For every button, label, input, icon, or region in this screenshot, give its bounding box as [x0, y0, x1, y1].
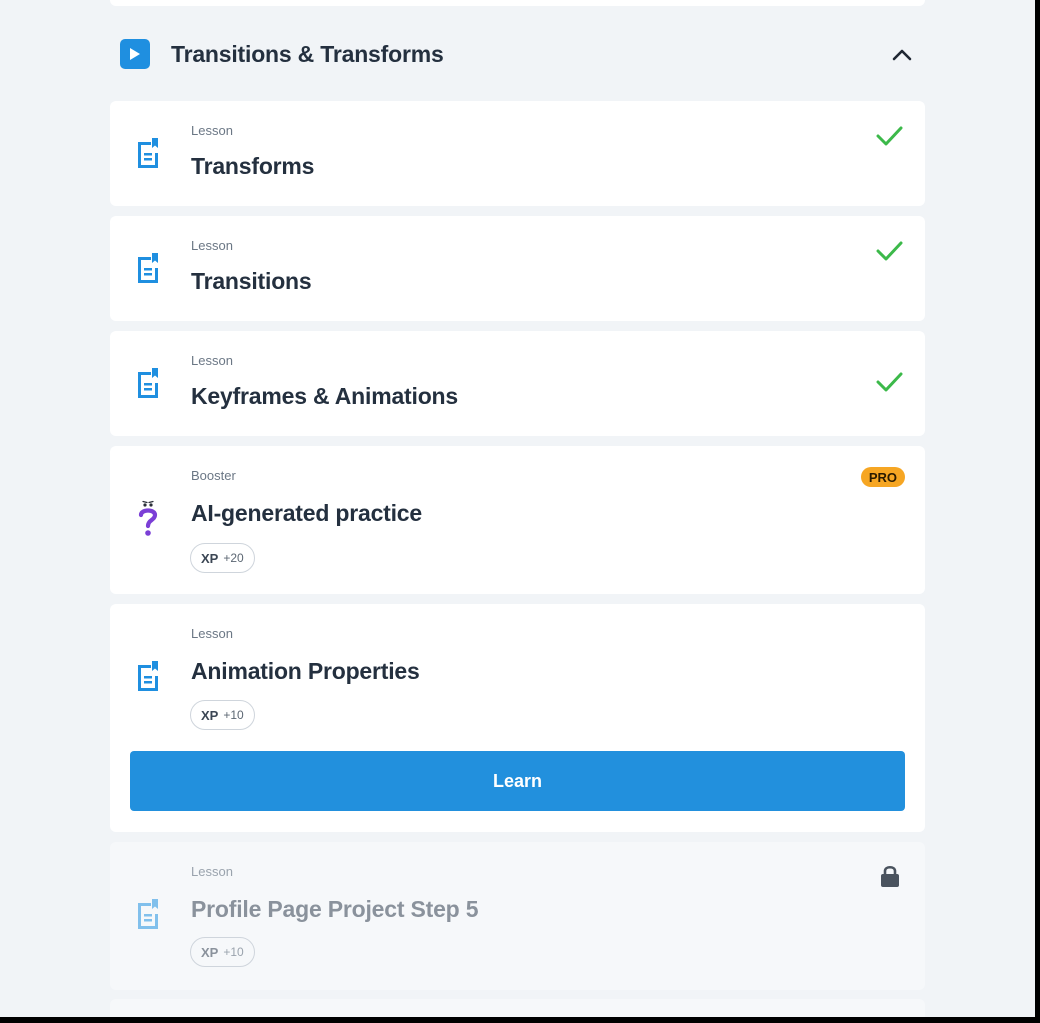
item-kind: Lesson	[191, 123, 233, 138]
lesson-doc-icon	[136, 252, 160, 289]
chevron-up-icon[interactable]	[889, 41, 915, 67]
booster-card-ai-practice[interactable]: Booster AI-generated practice PRO XP +20	[110, 446, 925, 594]
learn-button[interactable]: Learn	[130, 751, 905, 811]
xp-label: XP	[201, 944, 219, 960]
check-icon	[875, 125, 903, 152]
ai-question-icon	[136, 500, 160, 545]
section-header[interactable]: Transitions & Transforms	[120, 36, 915, 72]
xp-badge: XP +10	[190, 937, 255, 967]
pro-badge: PRO	[860, 467, 905, 487]
check-icon	[875, 371, 903, 398]
play-icon	[120, 39, 150, 69]
lesson-doc-icon	[136, 367, 160, 404]
item-kind: Lesson	[191, 238, 233, 253]
item-kind: Booster	[191, 468, 236, 483]
item-title: Profile Page Project Step 5	[191, 896, 479, 922]
item-title: Transforms	[191, 153, 315, 179]
lesson-card-profile-page-project: Lesson Profile Page Project Step 5 XP +1…	[110, 842, 925, 990]
course-content-panel: Transitions & Transforms Lesson Transfor…	[0, 0, 1035, 1017]
item-kind: Lesson	[191, 626, 233, 641]
lesson-card-animation-properties[interactable]: Lesson Animation Properties XP +10 Learn	[110, 604, 925, 832]
item-title: AI-generated practice	[191, 500, 422, 526]
lesson-card-keyframes[interactable]: Lesson Keyframes & Animations	[110, 331, 925, 436]
xp-value: +10	[223, 708, 244, 722]
xp-value: +10	[223, 945, 244, 959]
lock-icon	[879, 864, 901, 893]
lesson-card-transforms[interactable]: Lesson Transforms	[110, 101, 925, 206]
check-icon	[875, 240, 903, 267]
xp-label: XP	[201, 707, 219, 723]
xp-badge: XP +10	[190, 700, 255, 730]
next-item-card	[110, 999, 925, 1017]
item-kind: Lesson	[191, 864, 233, 879]
xp-value: +20	[223, 551, 244, 565]
lesson-doc-icon	[136, 137, 160, 174]
lesson-card-transitions[interactable]: Lesson Transitions	[110, 216, 925, 321]
xp-label: XP	[201, 550, 219, 566]
previous-section-card	[110, 0, 925, 6]
item-title: Animation Properties	[191, 658, 420, 684]
item-title: Keyframes & Animations	[191, 383, 458, 409]
lesson-doc-icon	[136, 898, 160, 935]
lesson-doc-icon	[136, 660, 160, 697]
item-kind: Lesson	[191, 353, 233, 368]
item-title: Transitions	[191, 268, 312, 294]
section-title: Transitions & Transforms	[171, 40, 444, 67]
xp-badge: XP +20	[190, 543, 255, 573]
